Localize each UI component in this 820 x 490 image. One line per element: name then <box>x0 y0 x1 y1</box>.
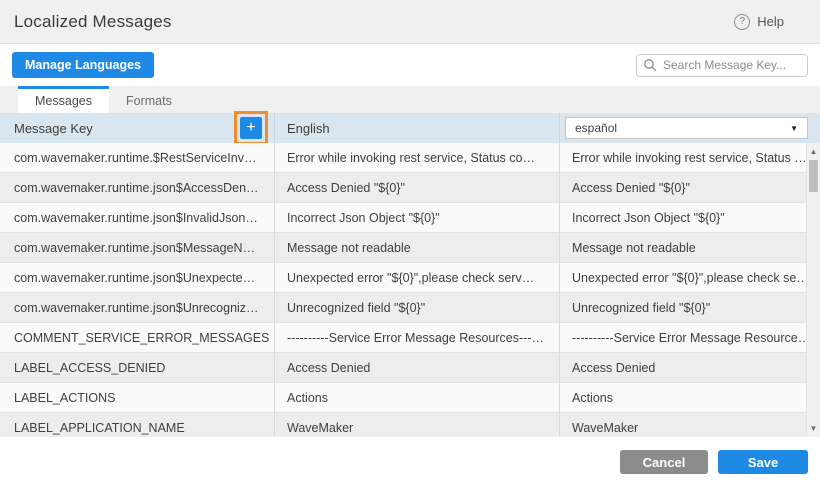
table-row[interactable]: COMMENT_SERVICE_ERROR_MESSAGES ---------… <box>0 323 820 353</box>
help-icon: ? <box>734 14 750 30</box>
cell-english[interactable]: Actions <box>275 383 560 412</box>
table-row[interactable]: com.wavemaker.runtime.json$AccessDen… Ac… <box>0 173 820 203</box>
cell-english[interactable]: Unexpected error "${0}",please check ser… <box>275 263 560 292</box>
english-header-label: English <box>287 121 330 136</box>
cell-message-key[interactable]: com.wavemaker.runtime.json$Unexpecte… <box>0 263 275 292</box>
table-row[interactable]: LABEL_ACCESS_DENIED Access Denied Access… <box>0 353 820 383</box>
cell-spanish[interactable]: Access Denied "${0}" <box>560 173 820 202</box>
manage-languages-button[interactable]: Manage Languages <box>12 52 154 78</box>
column-header-english: English <box>275 113 560 143</box>
cell-spanish[interactable]: Access Denied <box>560 353 820 382</box>
cell-english[interactable]: Message not readable <box>275 233 560 262</box>
cell-message-key[interactable]: com.wavemaker.runtime.json$AccessDen… <box>0 173 275 202</box>
chevron-down-icon: ▼ <box>790 124 798 133</box>
column-header-language: español ▼ <box>560 113 820 143</box>
tab-formats[interactable]: Formats <box>109 86 189 113</box>
table-row[interactable]: com.wavemaker.runtime.$RestServiceInv… E… <box>0 143 820 173</box>
tabstrip: Messages Formats <box>0 86 820 113</box>
table-row[interactable]: com.wavemaker.runtime.json$Unexpecte… Un… <box>0 263 820 293</box>
add-key-highlight-box: + <box>234 111 268 145</box>
cell-english[interactable]: Access Denied <box>275 353 560 382</box>
table-row[interactable]: com.wavemaker.runtime.json$InvalidJson… … <box>0 203 820 233</box>
help-link[interactable]: ? Help <box>734 14 784 30</box>
plus-icon: + <box>246 118 255 138</box>
cell-message-key[interactable]: LABEL_ACTIONS <box>0 383 275 412</box>
cell-message-key[interactable]: com.wavemaker.runtime.json$InvalidJson… <box>0 203 275 232</box>
cell-message-key[interactable]: LABEL_ACCESS_DENIED <box>0 353 275 382</box>
cell-message-key[interactable]: com.wavemaker.runtime.json$Unrecogniz… <box>0 293 275 322</box>
search-input[interactable] <box>636 54 808 77</box>
scroll-down-icon[interactable]: ▼ <box>807 422 820 435</box>
scrollbar-thumb[interactable] <box>809 160 818 192</box>
cancel-button[interactable]: Cancel <box>620 450 708 474</box>
cell-spanish[interactable]: Actions <box>560 383 820 412</box>
cell-spanish[interactable]: Message not readable <box>560 233 820 262</box>
table-row[interactable]: LABEL_ACTIONS Actions Actions <box>0 383 820 413</box>
cell-spanish[interactable]: ----------Service Error Message Resource… <box>560 323 820 352</box>
localized-messages-dialog: Localized Messages ? Help Manage Languag… <box>0 0 820 490</box>
cell-english[interactable]: ----------Service Error Message Resource… <box>275 323 560 352</box>
tab-messages[interactable]: Messages <box>18 86 109 113</box>
dialog-footer: Cancel Save <box>0 437 820 490</box>
language-select[interactable]: español ▼ <box>565 117 808 139</box>
table-body: com.wavemaker.runtime.$RestServiceInv… E… <box>0 143 820 437</box>
cell-message-key[interactable]: COMMENT_SERVICE_ERROR_MESSAGES <box>0 323 275 352</box>
cell-english[interactable]: Unrecognized field "${0}" <box>275 293 560 322</box>
message-key-header-label: Message Key <box>14 121 93 136</box>
cell-spanish[interactable]: Unrecognized field "${0}" <box>560 293 820 322</box>
toolbar: Manage Languages <box>0 44 820 86</box>
scroll-up-icon[interactable]: ▲ <box>807 145 820 158</box>
cell-spanish[interactable]: WaveMaker <box>560 413 820 437</box>
page-title: Localized Messages <box>14 12 172 32</box>
titlebar: Localized Messages ? Help <box>0 0 820 44</box>
vertical-scrollbar[interactable]: ▲ ▼ <box>806 143 820 437</box>
table-row[interactable]: com.wavemaker.runtime.json$MessageN… Mes… <box>0 233 820 263</box>
add-message-key-button[interactable]: + <box>240 117 262 139</box>
help-label: Help <box>757 14 784 29</box>
search-icon <box>643 58 657 72</box>
cell-spanish[interactable]: Error while invoking rest service, Statu… <box>560 143 820 172</box>
cell-message-key[interactable]: com.wavemaker.runtime.$RestServiceInv… <box>0 143 275 172</box>
save-button[interactable]: Save <box>718 450 808 474</box>
language-selected-value: español <box>575 121 617 135</box>
table-header: Message Key + English español ▼ <box>0 113 820 143</box>
search-box <box>636 54 808 77</box>
cell-spanish[interactable]: Unexpected error "${0}",please check se… <box>560 263 820 292</box>
cell-english[interactable]: Incorrect Json Object "${0}" <box>275 203 560 232</box>
table-row[interactable]: com.wavemaker.runtime.json$Unrecogniz… U… <box>0 293 820 323</box>
cell-english[interactable]: Access Denied "${0}" <box>275 173 560 202</box>
cell-spanish[interactable]: Incorrect Json Object "${0}" <box>560 203 820 232</box>
column-header-message-key: Message Key + <box>0 113 275 143</box>
cell-message-key[interactable]: LABEL_APPLICATION_NAME <box>0 413 275 437</box>
cell-english[interactable]: Error while invoking rest service, Statu… <box>275 143 560 172</box>
table-row[interactable]: LABEL_APPLICATION_NAME WaveMaker WaveMak… <box>0 413 820 437</box>
cell-message-key[interactable]: com.wavemaker.runtime.json$MessageN… <box>0 233 275 262</box>
cell-english[interactable]: WaveMaker <box>275 413 560 437</box>
